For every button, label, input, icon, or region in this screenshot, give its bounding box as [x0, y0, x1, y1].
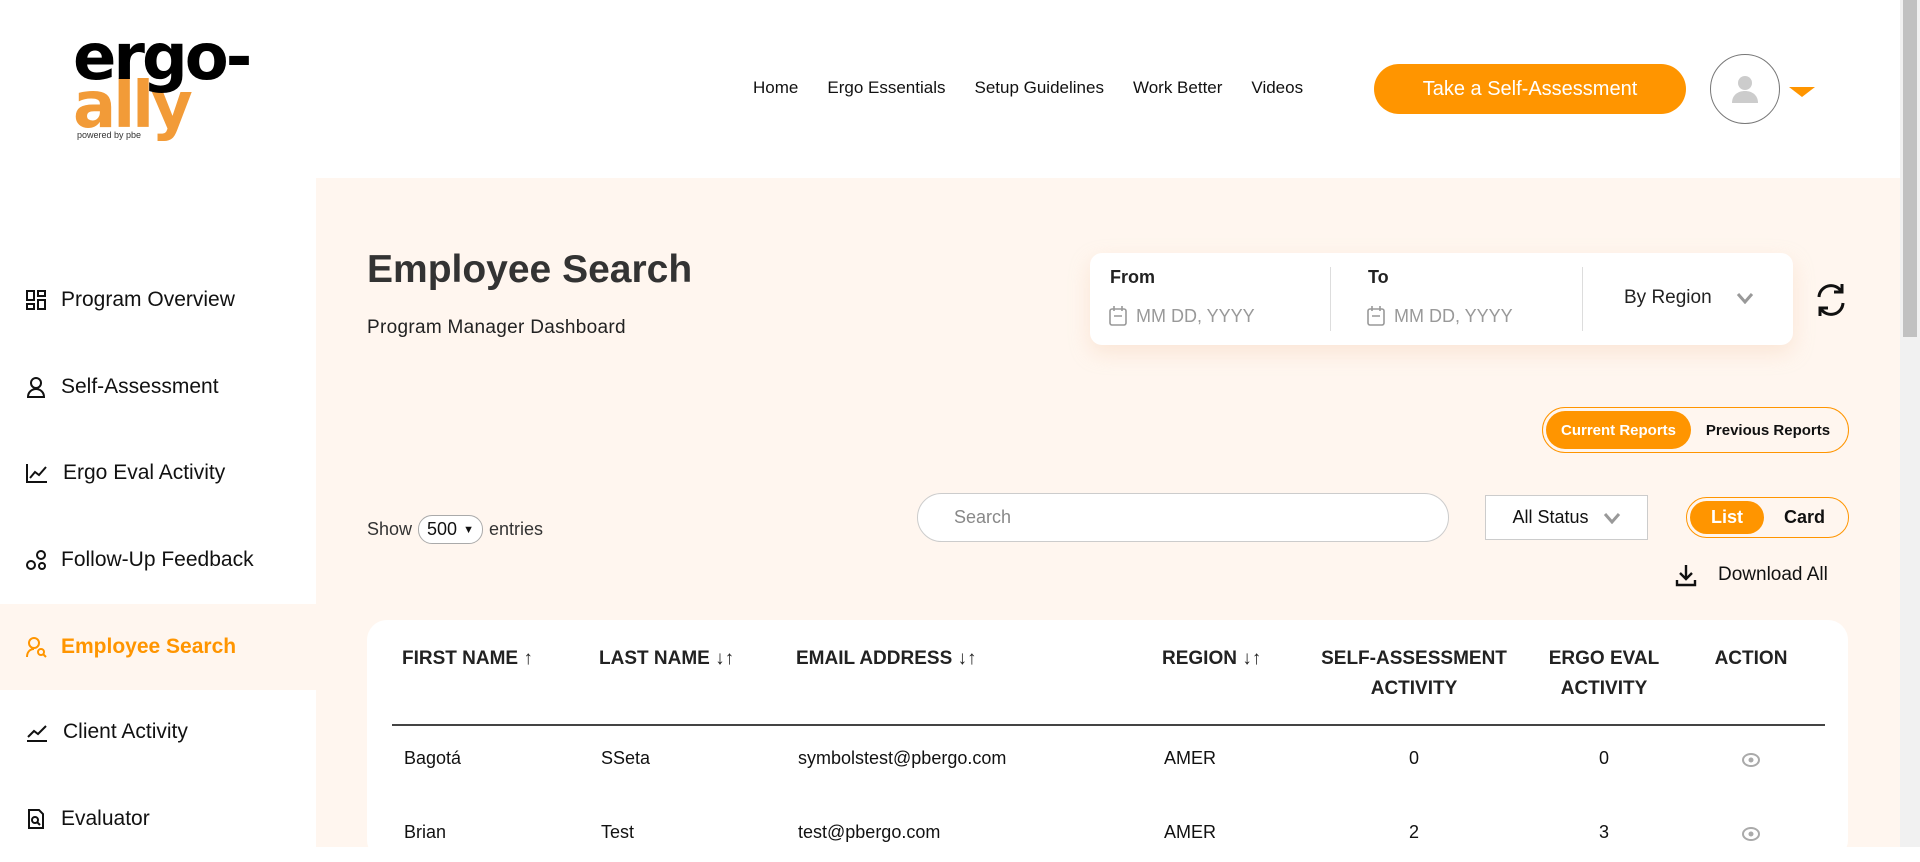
column-action: ACTION [1714, 648, 1788, 669]
account-dropdown-icon[interactable] [1789, 87, 1815, 97]
cell-first-name: Brian [404, 822, 447, 842]
column-ergo-eval: ERGO EVAL ACTIVITY [1548, 648, 1660, 699]
card-view-tab[interactable]: Card [1764, 501, 1845, 534]
status-select[interactable]: All Status [1485, 495, 1648, 540]
self-assessment-button[interactable]: Take a Self-Assessment [1374, 64, 1686, 114]
avatar[interactable] [1710, 54, 1780, 124]
column-region[interactable]: REGION ↓↑ [1162, 644, 1261, 674]
entries-select[interactable]: 500 ▼ [418, 515, 483, 544]
cell-email: test@pbergo.com [798, 822, 941, 842]
sort-icon: ↓↑ [1242, 648, 1262, 669]
download-icon [1675, 565, 1697, 587]
employee-table: FIRST NAME ↑ LAST NAME ↓↑ EMAIL ADDRESS … [367, 620, 1848, 860]
header-divider [392, 724, 1825, 726]
user-icon [26, 377, 46, 398]
chart-line-icon [26, 464, 47, 483]
view-eye-icon[interactable] [1741, 752, 1761, 768]
sidebar-item-client-activity[interactable]: Client Activity [0, 689, 316, 775]
nav-ergo-essentials[interactable]: Ergo Essentials [827, 78, 945, 98]
sidebar-item-program-overview[interactable]: Program Overview [0, 257, 316, 343]
from-date-input[interactable]: MM DD, YYYY [1108, 305, 1255, 327]
cell-self-assessment: 2 [1408, 822, 1420, 842]
nodes-icon [26, 550, 46, 570]
sidebar-item-evaluator[interactable]: Evaluator [0, 776, 316, 862]
cell-region: AMER [1164, 748, 1217, 768]
cell-self-assessment: 0 [1408, 748, 1420, 768]
cell-region: AMER [1164, 822, 1217, 842]
view-toggle: List Card [1686, 497, 1849, 538]
scrollbar-thumb[interactable] [1903, 0, 1917, 337]
cell-first-name: Bagotá [404, 748, 462, 768]
refresh-icon[interactable] [1812, 281, 1850, 319]
divider [1582, 267, 1583, 331]
column-first-name[interactable]: FIRST NAME ↑ [402, 644, 533, 674]
from-label: From [1110, 267, 1155, 287]
nav-setup-guidelines[interactable]: Setup Guidelines [974, 78, 1103, 98]
previous-reports-tab[interactable]: Previous Reports [1691, 411, 1845, 449]
doc-search-icon [28, 809, 44, 829]
grid-icon [26, 290, 46, 310]
date-filter-card: From MM DD, YYYY To MM DD, YYYY By Regio… [1090, 253, 1793, 345]
download-all-button[interactable]: Download All [1674, 563, 1828, 587]
top-nav: Home Ergo Essentials Setup Guidelines Wo… [753, 78, 1303, 98]
chevron-down-icon [1603, 512, 1620, 524]
view-eye-icon[interactable] [1741, 826, 1761, 842]
sidebar-item-employee-search[interactable]: Employee Search [0, 604, 316, 690]
user-icon [1732, 76, 1758, 103]
sort-icon: ↓↑ [957, 648, 977, 669]
nav-videos[interactable]: Videos [1251, 78, 1303, 98]
sidebar-item-self-assessment[interactable]: Self-Assessment [0, 344, 316, 430]
calendar-icon [1367, 306, 1385, 326]
to-date-input[interactable]: MM DD, YYYY [1366, 305, 1513, 327]
chevron-down-icon: ▼ [463, 523, 474, 536]
divider [1330, 267, 1331, 331]
page-title: Employee Search [367, 248, 693, 291]
chevron-down-icon [1736, 293, 1753, 304]
cell-ergo-eval: 3 [1598, 822, 1610, 842]
column-self-assessment: SELF-ASSESSMENT ACTIVITY [1321, 648, 1507, 699]
reports-toggle: Current Reports Previous Reports [1542, 407, 1849, 453]
user-search-icon [26, 637, 47, 658]
sort-icon: ↓↑ [715, 648, 735, 669]
calendar-icon [1109, 306, 1127, 326]
region-select[interactable]: By Region [1624, 287, 1754, 309]
current-reports-tab[interactable]: Current Reports [1546, 411, 1691, 449]
sidebar-item-ergo-eval-activity[interactable]: Ergo Eval Activity [0, 430, 316, 516]
cell-last-name: Test [601, 822, 635, 842]
entries-control: Show 500 ▼ entries [367, 515, 543, 544]
nav-work-better[interactable]: Work Better [1133, 78, 1222, 98]
logo[interactable]: ally ergo- powered by pbe [73, 26, 293, 146]
cell-last-name: SSeta [601, 748, 651, 768]
column-email[interactable]: EMAIL ADDRESS ↓↑ [796, 644, 977, 674]
cell-ergo-eval: 0 [1598, 748, 1610, 768]
cell-email: symbolstest@pbergo.com [798, 748, 1007, 768]
to-label: To [1368, 267, 1389, 287]
trend-icon [27, 725, 47, 742]
column-last-name[interactable]: LAST NAME ↓↑ [599, 644, 734, 674]
sort-icon: ↑ [523, 648, 533, 669]
nav-home[interactable]: Home [753, 78, 798, 98]
list-view-tab[interactable]: List [1690, 501, 1764, 534]
sidebar-item-follow-up-feedback[interactable]: Follow-Up Feedback [0, 517, 316, 603]
search-input[interactable]: Search [917, 493, 1449, 542]
page-subtitle: Program Manager Dashboard [367, 317, 626, 338]
